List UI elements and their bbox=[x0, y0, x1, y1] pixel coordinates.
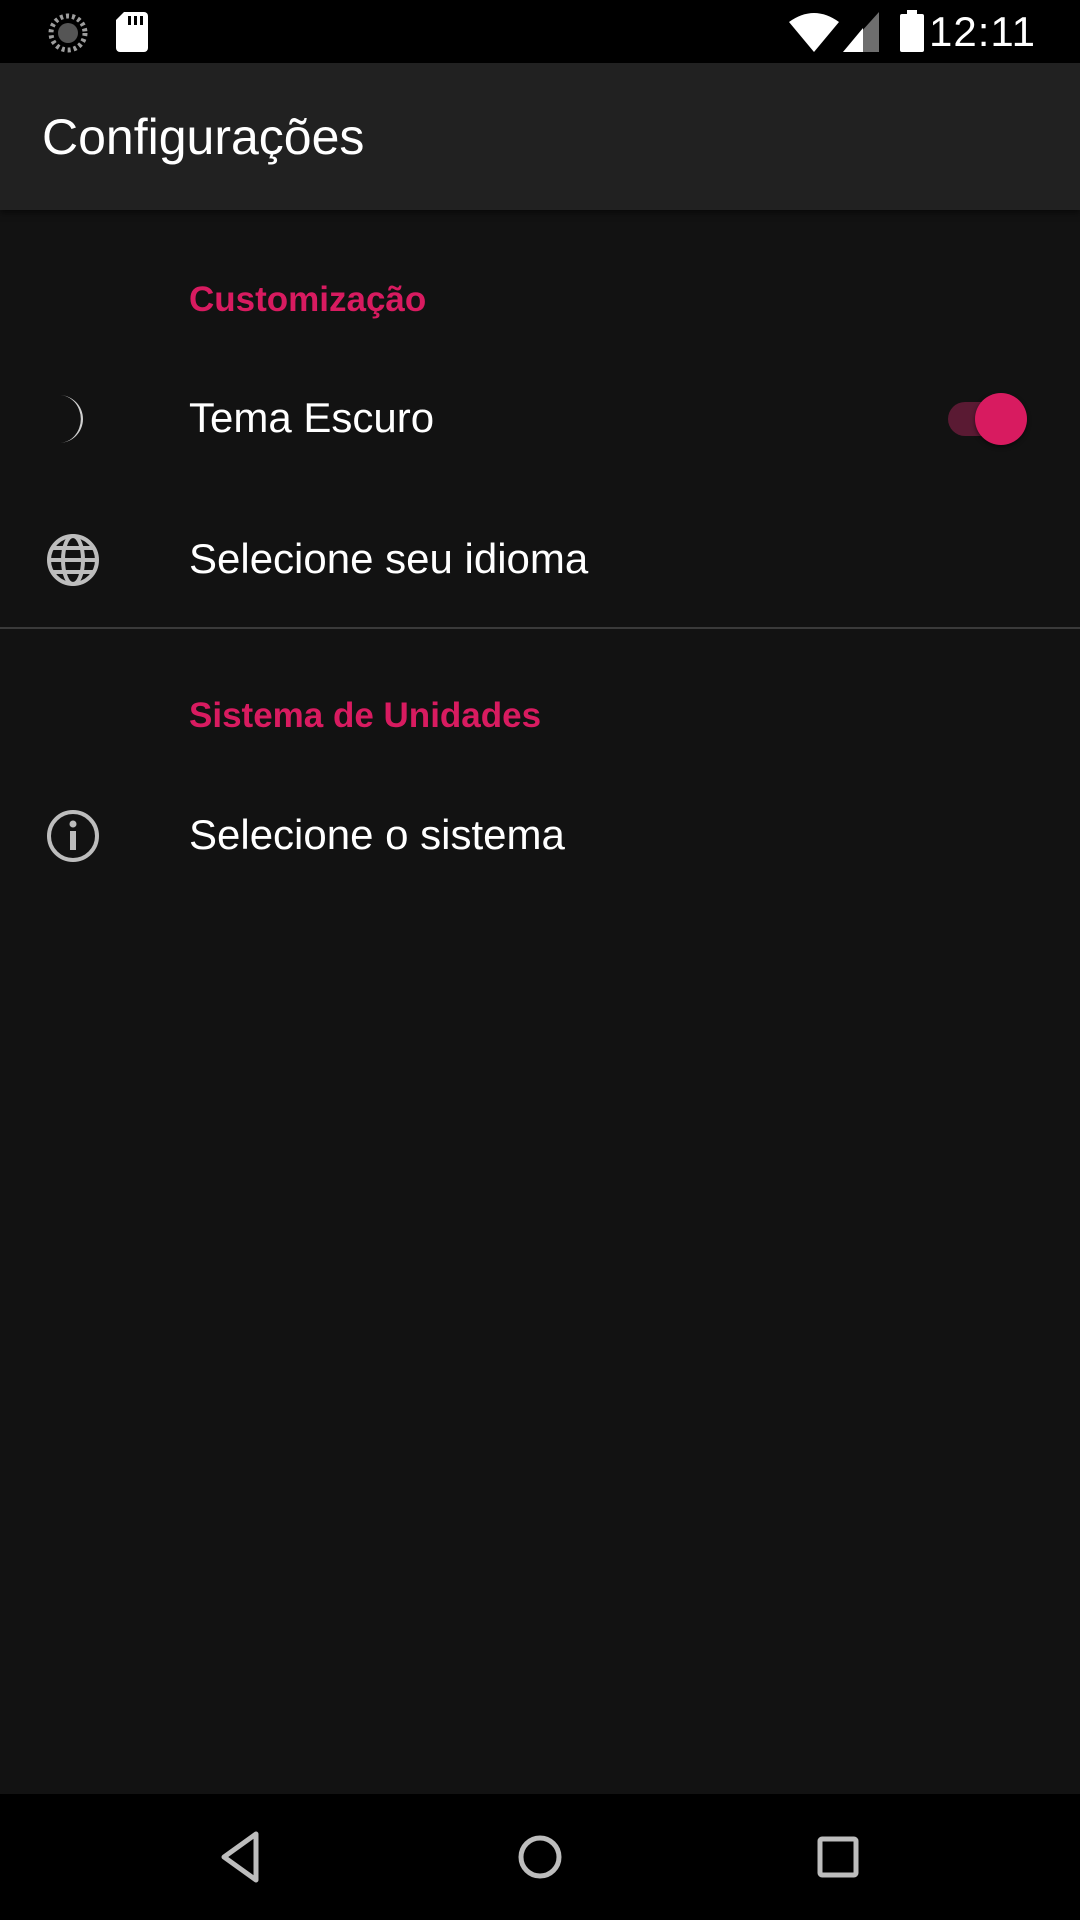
pref-dark-theme-label: Tema Escuro bbox=[189, 394, 435, 441]
category-customization-title: Customização bbox=[189, 280, 427, 319]
home-icon[interactable] bbox=[507, 1824, 573, 1890]
moon-icon bbox=[59, 395, 83, 443]
recents-icon[interactable] bbox=[805, 1824, 871, 1890]
info-icon bbox=[47, 810, 99, 862]
app-bar: Configurações bbox=[0, 63, 1080, 210]
pref-dark-theme[interactable]: Tema Escuro bbox=[0, 347, 1080, 487]
status-time: 12:11 bbox=[929, 8, 1036, 55]
pref-units-system[interactable]: Selecione o sistema bbox=[0, 764, 1080, 904]
switch-thumb bbox=[975, 393, 1027, 445]
navigation-bar bbox=[0, 1794, 1080, 1920]
back-icon[interactable] bbox=[208, 1824, 274, 1890]
sd-card-icon bbox=[116, 12, 148, 52]
pref-language-label: Selecione seu idioma bbox=[189, 535, 589, 582]
category-units-title: Sistema de Unidades bbox=[189, 696, 542, 735]
wifi-icon bbox=[789, 13, 839, 52]
cell-signal-icon bbox=[843, 12, 879, 52]
section-divider bbox=[0, 627, 1080, 629]
battery-icon bbox=[900, 10, 924, 52]
globe-icon bbox=[47, 534, 99, 586]
settings-screen: 12:11 Configurações Customização Tema Es… bbox=[0, 0, 1080, 1920]
dark-theme-switch[interactable] bbox=[946, 393, 1030, 445]
pref-language[interactable]: Selecione seu idioma bbox=[0, 488, 1080, 628]
status-bar: 12:11 bbox=[0, 0, 1080, 63]
loading-icon bbox=[48, 13, 88, 53]
page-title: Configurações bbox=[42, 109, 365, 165]
pref-units-system-label: Selecione o sistema bbox=[189, 811, 565, 858]
